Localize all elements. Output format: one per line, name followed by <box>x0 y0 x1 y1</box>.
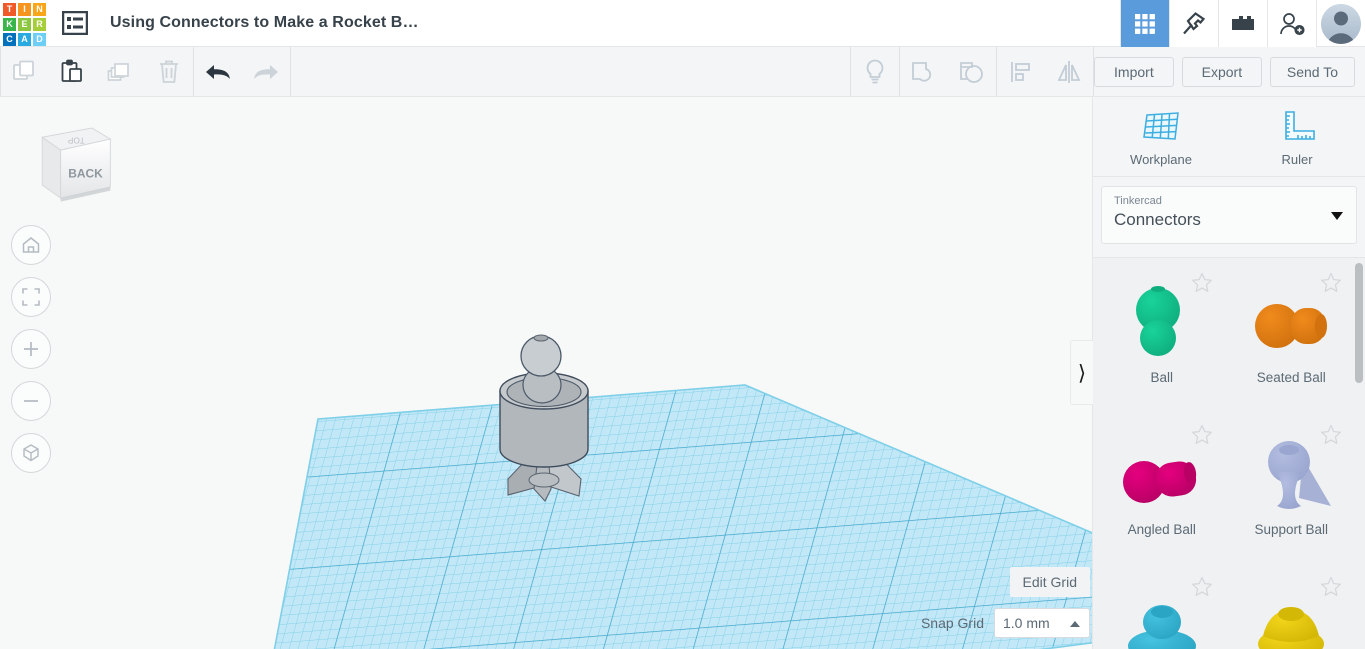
chevron-down-icon <box>1331 212 1343 220</box>
ruler-icon <box>1285 110 1315 140</box>
favorite-star-icon[interactable] <box>1320 424 1342 445</box>
favorite-star-button[interactable] <box>1191 272 1213 298</box>
duplicate-button[interactable] <box>97 47 145 96</box>
paste-button[interactable] <box>49 47 97 96</box>
hammer-codeblocks-icon[interactable] <box>1169 0 1218 47</box>
library-provider-label: Tinkercad <box>1114 195 1162 207</box>
shape-ball-label: Ball <box>1150 370 1173 385</box>
ruler-tool-label: Ruler <box>1281 151 1313 167</box>
app-header: TIN KER CAD Using Connectors to Make a Roc… <box>0 0 1365 47</box>
logo-letter-n: N <box>33 3 46 16</box>
ungroup-button[interactable] <box>948 47 996 96</box>
scrollbar-thumb[interactable] <box>1355 263 1363 383</box>
shape-seated-ball-label: Seated Ball <box>1256 370 1326 385</box>
zoom-out-button[interactable] <box>11 381 51 421</box>
favorite-star-icon[interactable] <box>1320 272 1342 293</box>
send-to-button[interactable]: Send To <box>1269 56 1355 87</box>
tinkercad-app: TIN KER CAD Using Connectors to Make a Roc… <box>0 0 1365 649</box>
delete-button[interactable] <box>145 47 193 96</box>
chevron-up-icon <box>1070 621 1080 627</box>
shape-support-ball[interactable]: Support Ball <box>1227 416 1357 568</box>
header-actions <box>1120 0 1365 47</box>
favorite-star-button[interactable] <box>1191 576 1213 602</box>
shapes-scrollbar[interactable] <box>1355 263 1363 645</box>
home-view-button[interactable] <box>11 225 51 265</box>
ruler-tool[interactable]: Ruler <box>1229 97 1365 177</box>
cube-face-back: BACK <box>68 167 103 181</box>
library-selected-value: Connectors <box>1114 210 1201 229</box>
workplane-gridlines <box>255 385 1092 649</box>
logo-letter-c: C <box>3 33 16 46</box>
shapes-panel: Workplane Ruler Tinkercad Connectors Bal… <box>1092 97 1365 649</box>
snap-grid-value: 1.0 mm <box>1003 615 1050 631</box>
favorite-star-button[interactable] <box>1320 576 1342 602</box>
favorite-star-icon[interactable] <box>1191 424 1213 445</box>
logo-letter-t: T <box>3 3 16 16</box>
copy-button[interactable] <box>1 47 49 96</box>
snap-grid-control: Snap Grid 1.0 mm <box>921 608 1090 638</box>
redo-button[interactable] <box>242 47 290 96</box>
logo-letter-d: D <box>33 33 46 46</box>
blocks-panel-icon[interactable] <box>58 6 92 40</box>
shape-support-ball-label: Support Ball <box>1254 522 1329 537</box>
logo-letter-r: R <box>33 18 46 31</box>
logo-letter-e: E <box>18 18 31 31</box>
logo-letter-i: I <box>18 3 31 16</box>
shape-angled-ball[interactable]: Angled Ball <box>1097 416 1227 568</box>
undo-button[interactable] <box>194 47 242 96</box>
logo-letter-k: K <box>3 18 16 31</box>
favorite-star-button[interactable] <box>1320 272 1342 298</box>
hint-button[interactable] <box>851 47 899 96</box>
toolbar-actions: Import Export Send To <box>1093 47 1365 96</box>
workplane-tool-label: Workplane <box>1130 151 1192 167</box>
group-button[interactable] <box>900 47 948 96</box>
panel-collapse-handle[interactable]: ⟩ <box>1070 340 1093 405</box>
zoom-in-button[interactable] <box>11 329 51 369</box>
perspective-toggle-button[interactable] <box>11 433 51 473</box>
tinkercad-logo[interactable]: TIN KER CAD <box>0 0 46 47</box>
fit-to-view-button[interactable] <box>11 277 51 317</box>
panel-tools: Workplane Ruler <box>1093 97 1365 177</box>
align-button[interactable] <box>997 47 1045 96</box>
workplane-tool[interactable]: Workplane <box>1093 97 1229 177</box>
brick-lego-icon[interactable] <box>1218 0 1267 47</box>
workplane-icon <box>1143 111 1179 140</box>
library-dropdown-wrap: Tinkercad Connectors <box>1093 177 1365 252</box>
page-title: Using Connectors to Make a Rocket B… <box>110 14 419 31</box>
workplane-scene <box>255 334 1092 649</box>
shape-library-dropdown[interactable]: Tinkercad Connectors <box>1101 186 1357 244</box>
edit-grid-button[interactable]: Edit Grid <box>1009 567 1090 597</box>
favorite-star-button[interactable] <box>1191 424 1213 450</box>
shape-cyan-socket[interactable] <box>1097 568 1227 649</box>
shape-seated-ball[interactable]: Seated Ball <box>1227 264 1357 416</box>
favorite-star-icon[interactable] <box>1320 576 1342 597</box>
main-toolbar: Import Export Send To <box>0 47 1365 97</box>
rocket-model <box>499 334 589 502</box>
grid-apps-icon[interactable] <box>1120 0 1169 47</box>
favorite-star-icon[interactable] <box>1191 576 1213 597</box>
mirror-button[interactable] <box>1045 47 1093 96</box>
snap-grid-label: Snap Grid <box>920 615 984 631</box>
shape-ball[interactable]: Ball <box>1097 264 1227 416</box>
avatar <box>1321 3 1361 44</box>
user-avatar[interactable] <box>1316 0 1365 47</box>
shape-angled-ball-label: Angled Ball <box>1127 522 1196 537</box>
favorite-star-icon[interactable] <box>1191 272 1213 293</box>
shapes-list[interactable]: Ball Seated Ball Angled Ball Support Bal… <box>1093 257 1365 649</box>
snap-grid-select[interactable]: 1.0 mm <box>994 608 1090 638</box>
add-person-icon[interactable] <box>1267 0 1316 47</box>
favorite-star-button[interactable] <box>1320 424 1342 450</box>
import-button[interactable]: Import <box>1093 56 1174 87</box>
cube-face-top: TOP <box>67 135 84 144</box>
shape-yellow-socket[interactable] <box>1227 568 1357 649</box>
export-button[interactable]: Export <box>1181 56 1262 87</box>
3d-canvas[interactable]: BACK TOP Edit Grid Snap Grid 1.0 mm <box>0 97 1092 649</box>
logo-letter-a: A <box>18 33 31 46</box>
view-orientation-cube[interactable]: BACK TOP <box>22 117 114 209</box>
